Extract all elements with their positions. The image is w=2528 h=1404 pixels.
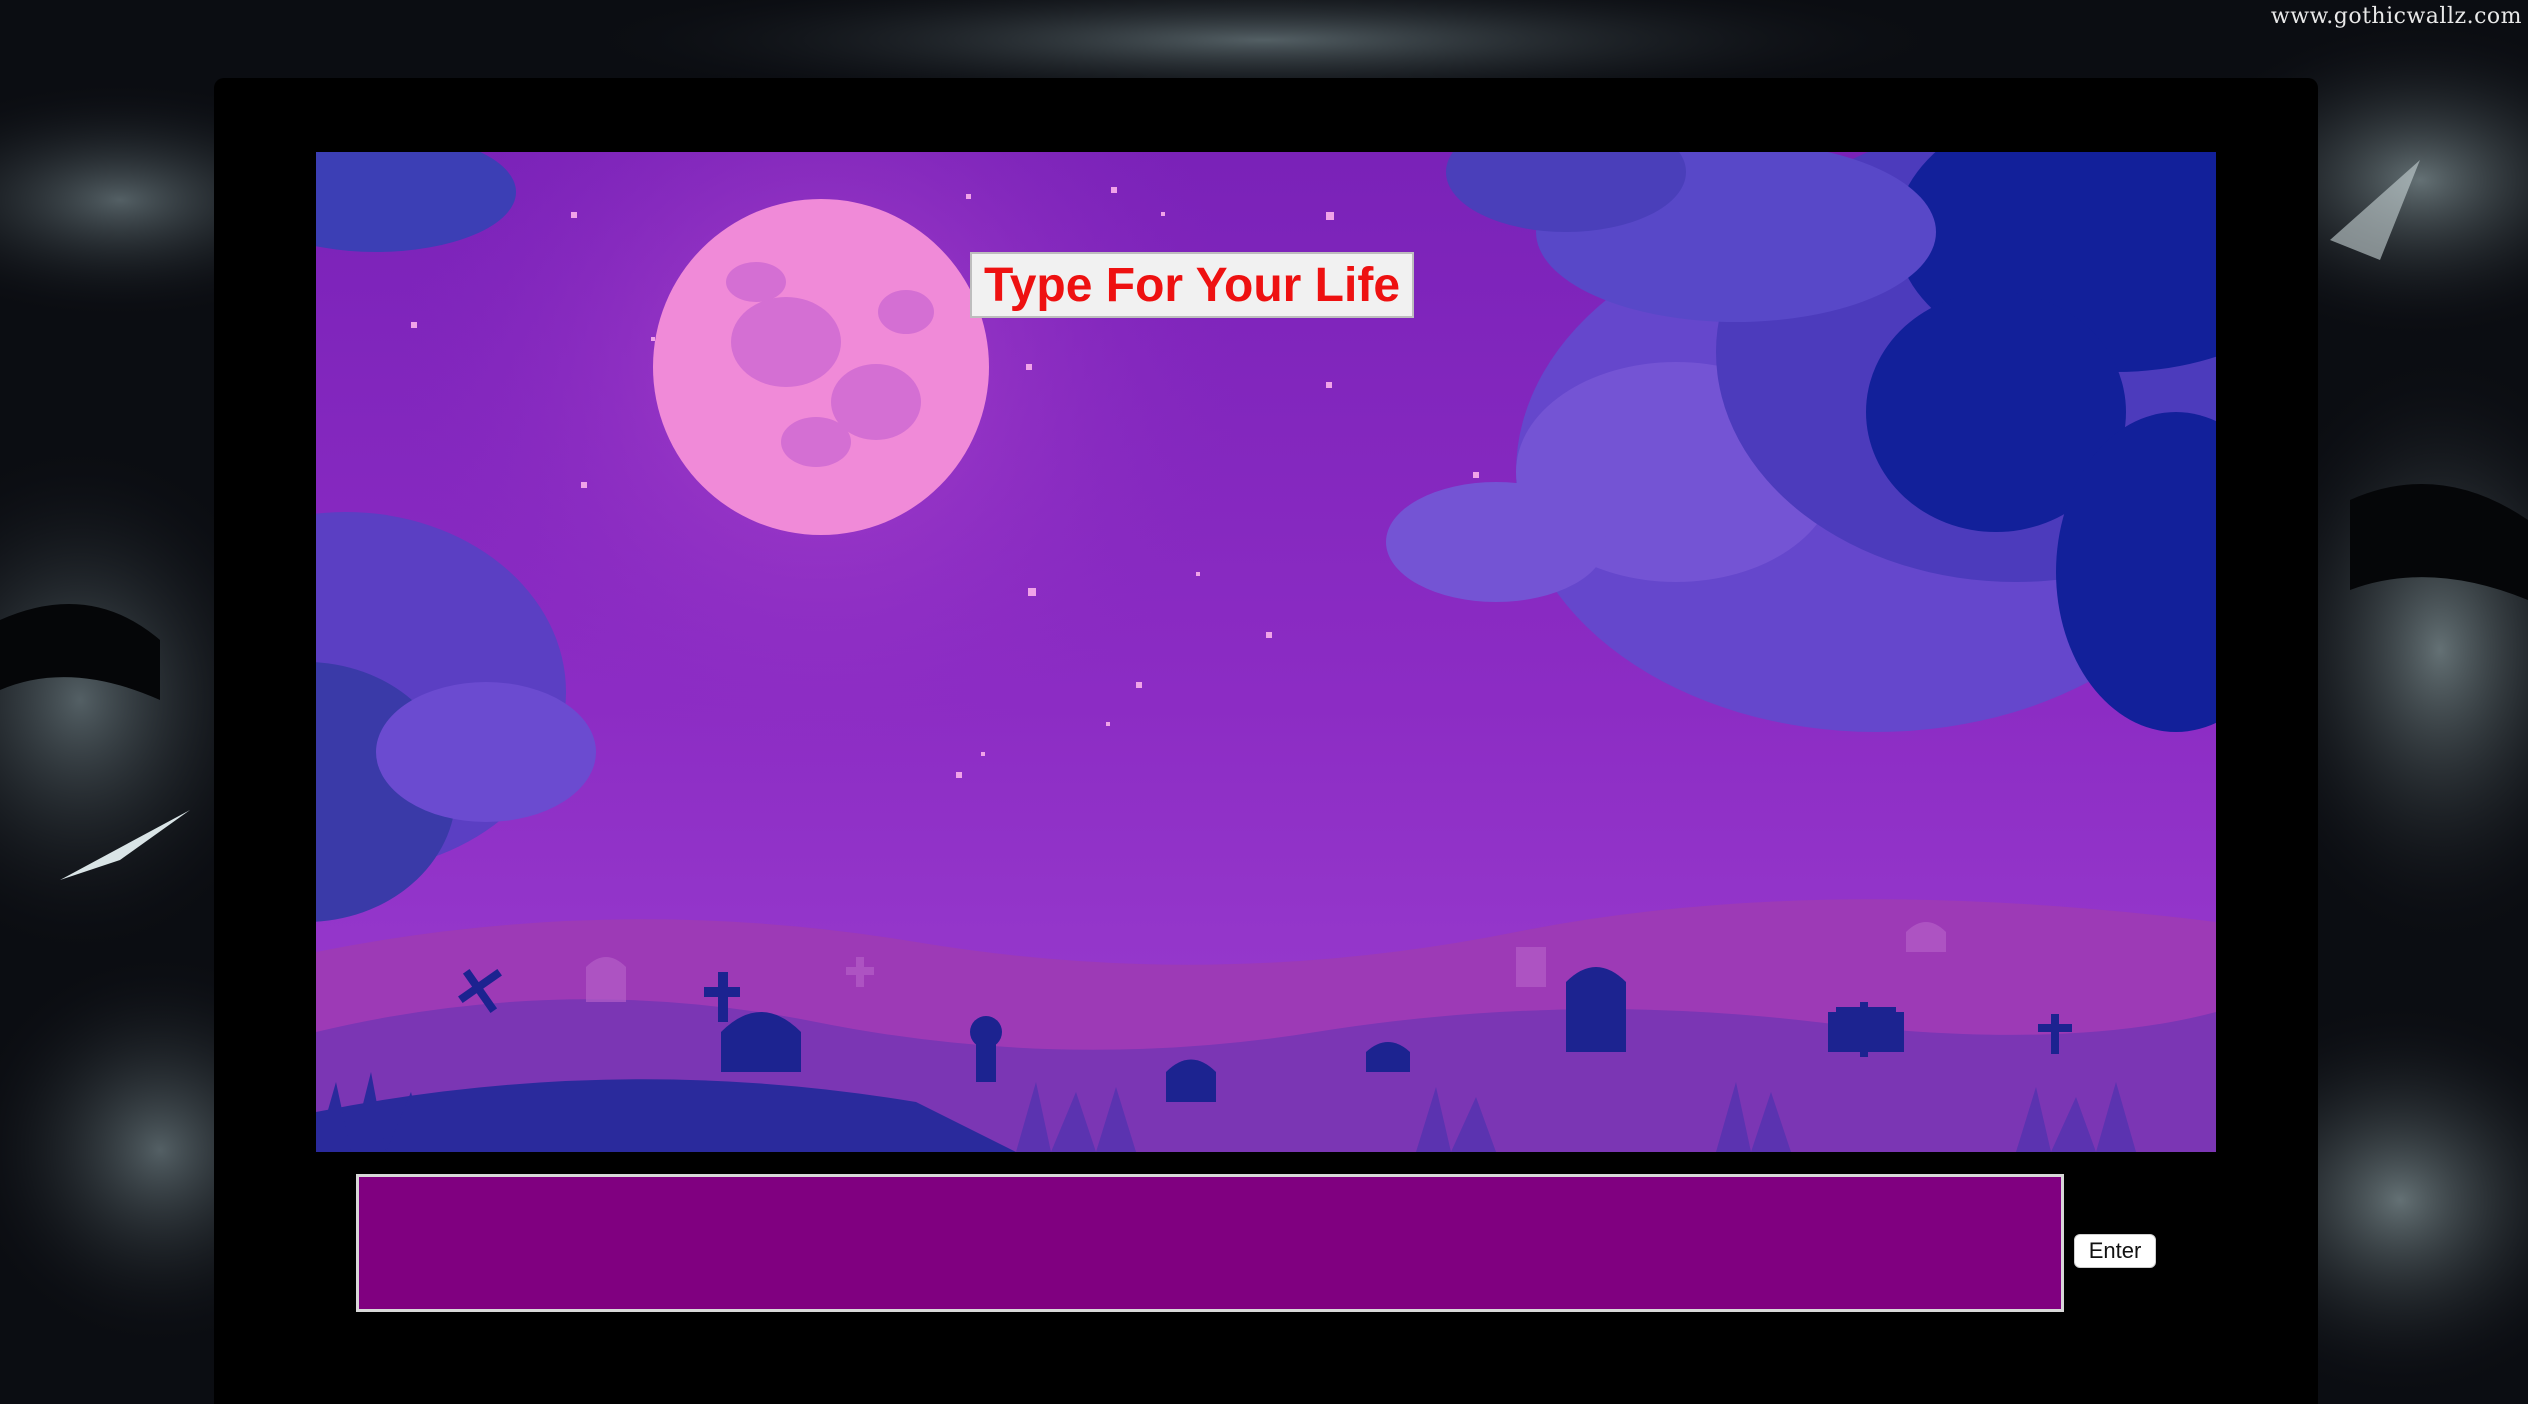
enter-button[interactable]: Enter: [2074, 1234, 2156, 1268]
full-moon: [653, 199, 989, 535]
typing-input[interactable]: [356, 1174, 2064, 1312]
watermark-text: www.gothicwallz.com: [2270, 4, 2522, 29]
game-title-banner: Type For Your Life: [970, 252, 1414, 318]
game-title: Type For Your Life: [983, 258, 1401, 312]
